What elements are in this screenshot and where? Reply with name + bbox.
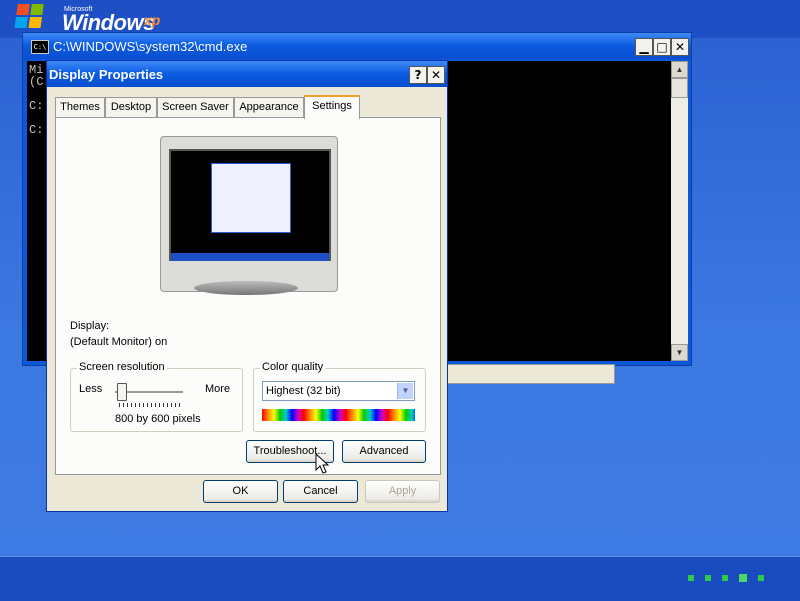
advanced-button[interactable]: Advanced	[342, 440, 426, 463]
more-label: More	[205, 383, 231, 395]
minimize-button[interactable]: ▁	[635, 38, 653, 56]
tab-settings[interactable]: Settings	[304, 95, 360, 119]
console-line: C:	[29, 123, 44, 137]
cmd-titlebar[interactable]: C:\ C:\WINDOWS\system32\cmd.exe ▁ □ ✕	[23, 33, 691, 59]
scroll-down-arrow-icon[interactable]: ▼	[671, 344, 688, 361]
help-button[interactable]: ?	[409, 66, 427, 84]
mouse-pointer-icon	[315, 453, 330, 474]
logo-xp: xp	[144, 12, 161, 28]
tab-desktop[interactable]: Desktop	[105, 97, 157, 117]
desktop-bottom-band	[0, 556, 800, 601]
tab-appearance[interactable]: Appearance	[234, 97, 304, 117]
scroll-up-arrow-icon[interactable]: ▲	[671, 61, 688, 78]
cmd-title: C:\WINDOWS\system32\cmd.exe	[53, 39, 248, 54]
color-quality-value: Highest (32 bit)	[266, 385, 341, 397]
scroll-thumb[interactable]	[671, 78, 688, 98]
ok-button[interactable]: OK	[203, 480, 278, 503]
dialog-close-button[interactable]: ✕	[427, 66, 445, 84]
slider-ticks	[119, 403, 183, 407]
display-label: Display:	[70, 320, 110, 332]
windows-xp-logo: Microsoft Windows xp	[14, 4, 160, 35]
monitor-screen	[169, 149, 331, 261]
console-line: (C	[29, 75, 44, 89]
cancel-button[interactable]: Cancel	[283, 480, 358, 503]
color-spectrum-bar	[262, 409, 415, 421]
tab-screen-saver[interactable]: Screen Saver	[157, 97, 234, 117]
progress-dot	[758, 575, 764, 581]
resolution-slider-thumb[interactable]	[117, 383, 127, 401]
preview-taskbar	[171, 253, 329, 261]
screen-resolution-title: Screen resolution	[77, 361, 167, 373]
monitor-preview-icon	[160, 136, 338, 292]
console-line: C:	[29, 99, 44, 113]
progress-dot	[722, 575, 728, 581]
progress-dot-active	[739, 574, 747, 582]
progress-dot	[705, 575, 711, 581]
display-value: (Default Monitor) on	[70, 336, 168, 348]
progress-dots	[688, 574, 764, 582]
apply-button[interactable]: Apply	[365, 480, 440, 503]
windows-flag-icon	[14, 4, 46, 30]
close-button[interactable]: ✕	[671, 38, 689, 56]
cmd-window-bottom-edge	[445, 364, 615, 384]
less-label: Less	[79, 383, 103, 395]
color-quality-group: Color quality Highest (32 bit) ▼	[253, 361, 426, 432]
cmd-icon: C:\	[31, 40, 49, 54]
dialog-title: Display Properties	[49, 67, 164, 82]
progress-dot	[688, 575, 694, 581]
chevron-down-icon[interactable]: ▼	[397, 383, 413, 399]
cmd-scrollbar[interactable]: ▲ ▼	[671, 61, 688, 361]
tab-themes[interactable]: Themes	[55, 97, 105, 117]
dialog-titlebar[interactable]: Display Properties ? ✕	[47, 61, 447, 87]
preview-window-icon	[211, 163, 291, 233]
resolution-value: 800 by 600 pixels	[115, 413, 201, 425]
settings-panel: Display: (Default Monitor) on Screen res…	[55, 117, 441, 475]
screen-resolution-group: Screen resolution Less More 800 by 600 p…	[70, 361, 243, 432]
color-quality-title: Color quality	[260, 361, 326, 373]
monitor-stand-icon	[194, 281, 298, 295]
maximize-button[interactable]: □	[653, 38, 671, 56]
color-quality-select[interactable]: Highest (32 bit) ▼	[262, 381, 415, 401]
